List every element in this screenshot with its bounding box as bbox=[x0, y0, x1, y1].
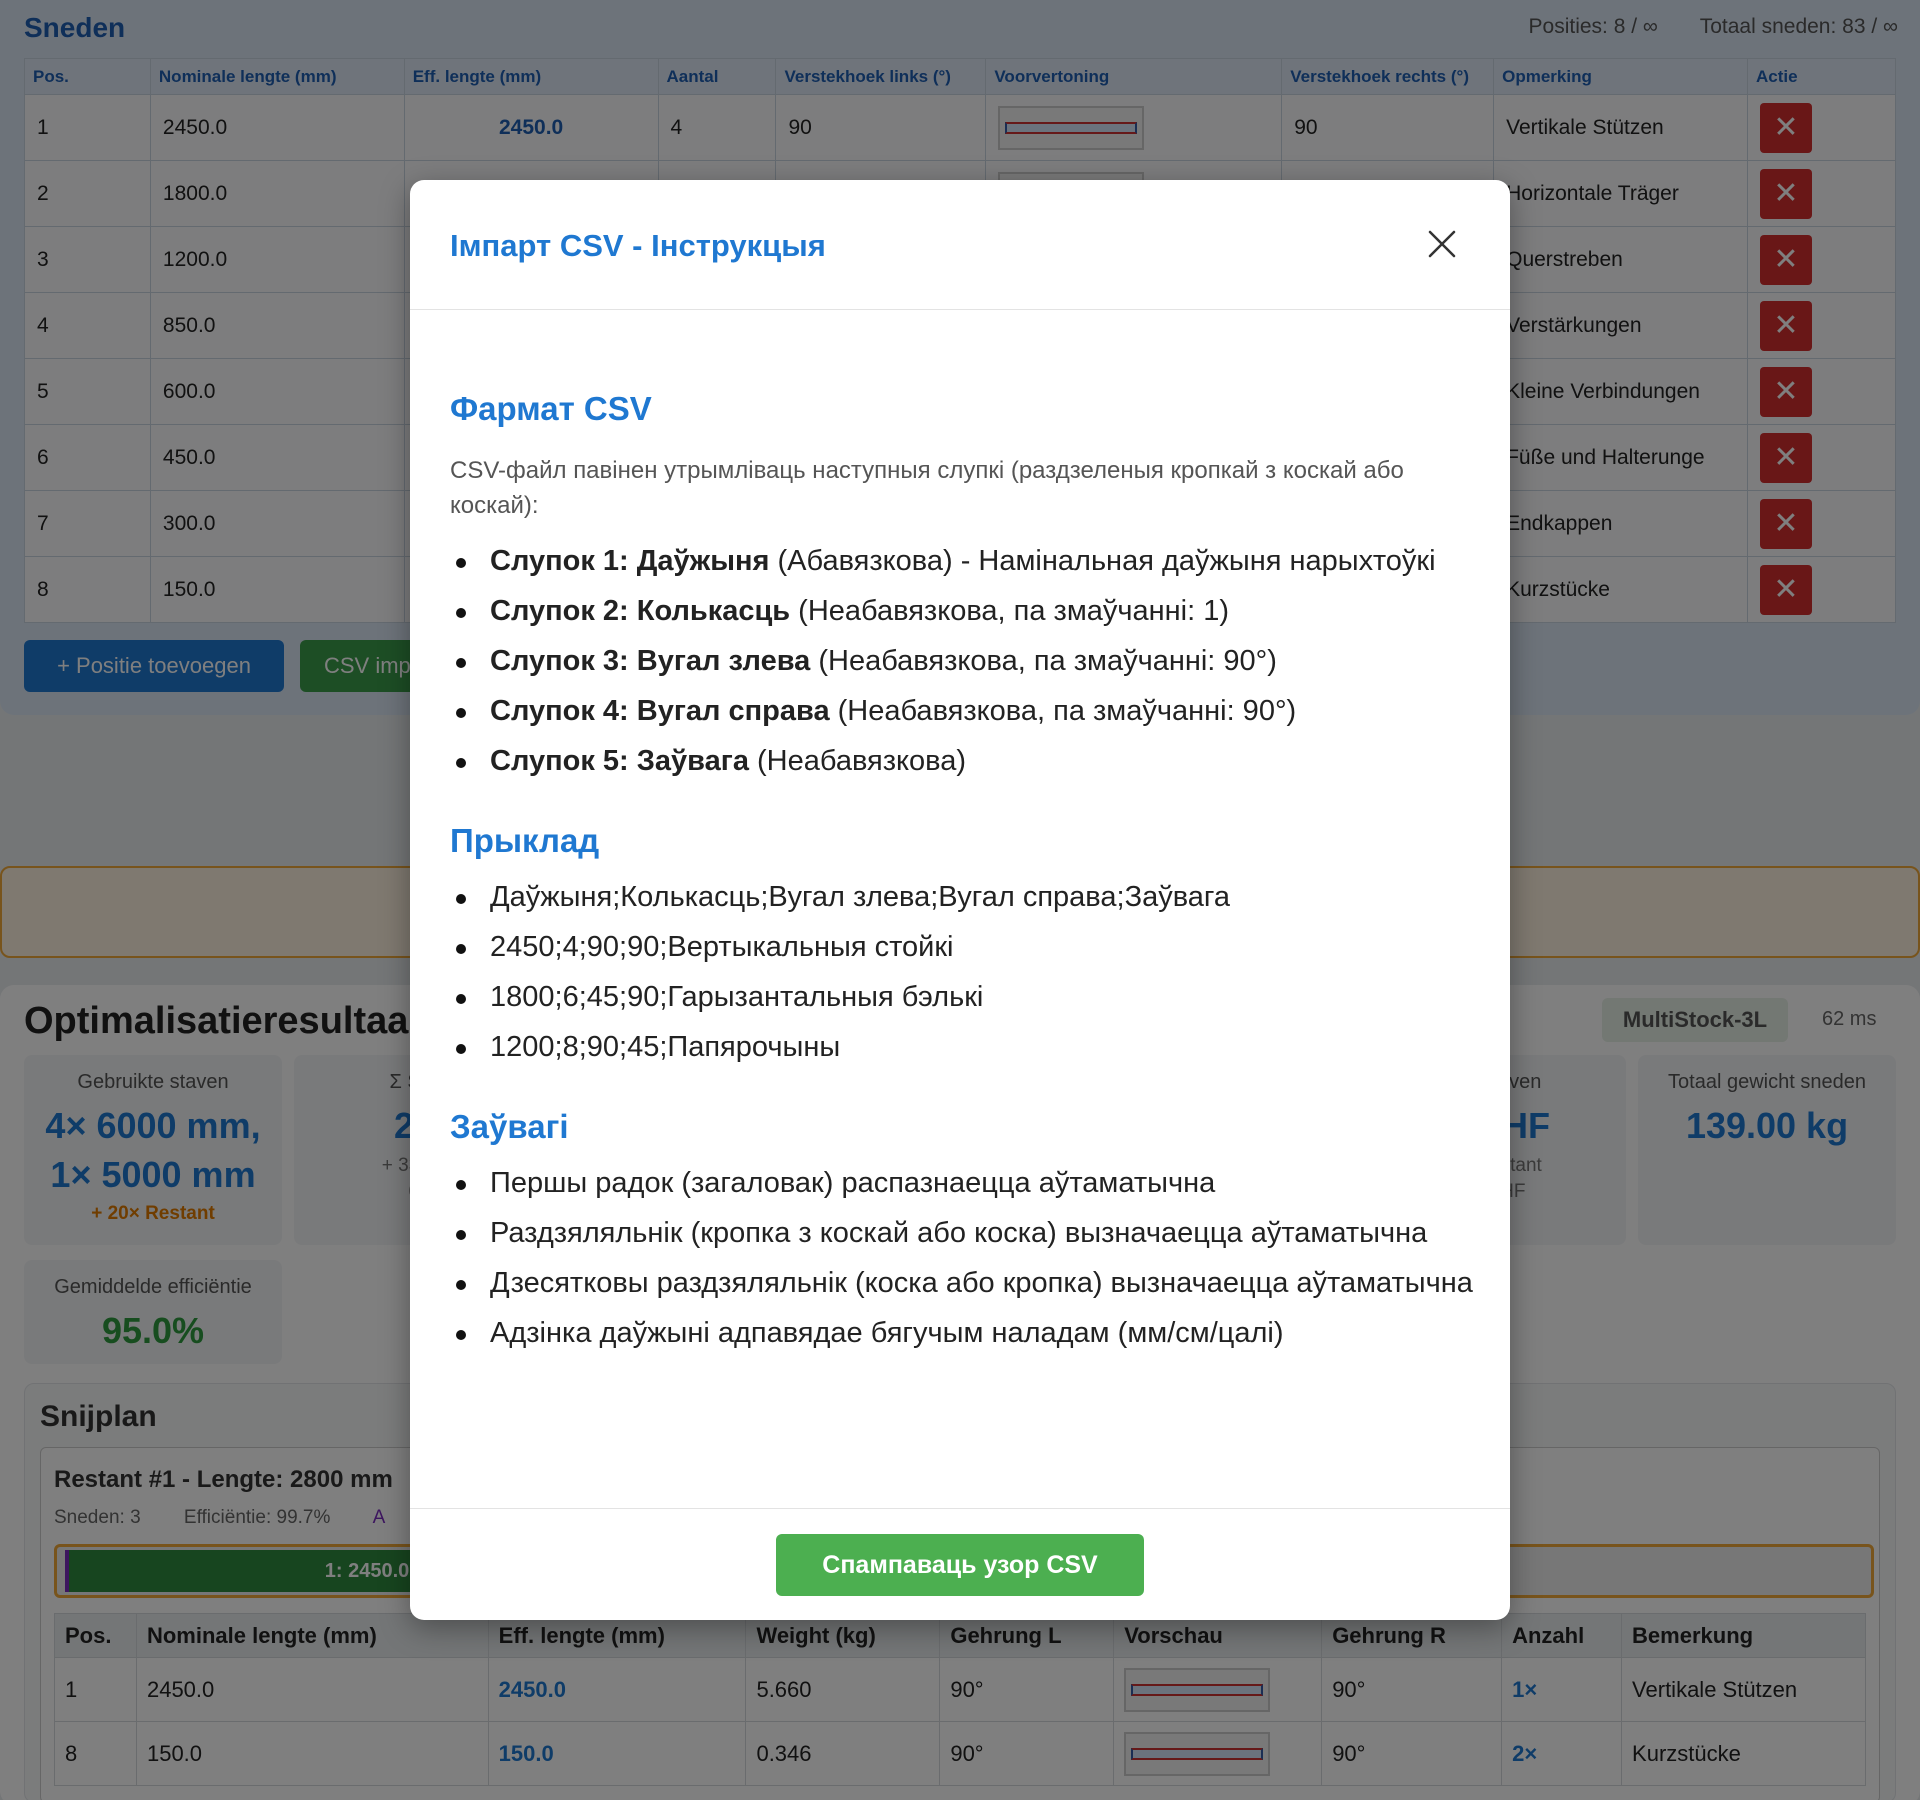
list-item: Першы радок (загаловак) распазнаецца аўт… bbox=[450, 1162, 1480, 1204]
download-sample-csv-button[interactable]: Спампаваць узор CSV bbox=[776, 1534, 1144, 1596]
modal-body[interactable]: Фармат CSV CSV-файл павінен утрымліваць … bbox=[450, 310, 1480, 1455]
modal-title: Імпарт CSV - Інструкцыя bbox=[450, 228, 826, 263]
column-list: Слупок 1: Даўжыня (Абавязкова) - Намінал… bbox=[450, 540, 1480, 782]
example-heading: Прыклад bbox=[450, 821, 600, 859]
list-item: Слупок 2: Колькасць (Неабавязкова, па зм… bbox=[450, 590, 1480, 632]
modal-header: Імпарт CSV - Інструкцыя bbox=[410, 180, 1510, 310]
list-item: 1800;6;45;90;Гарызантальныя бэлькі bbox=[450, 976, 1480, 1018]
format-heading: Фармат CSV bbox=[450, 390, 652, 427]
close-icon[interactable] bbox=[1422, 224, 1462, 264]
list-item: Слупок 3: Вугал злева (Неабавязкова, па … bbox=[450, 640, 1480, 682]
list-item: Дзесятковы раздзяляльнік (коска або кроп… bbox=[450, 1262, 1480, 1304]
notes-heading: Заўвагі bbox=[450, 1108, 569, 1146]
list-item: 2450;4;90;90;Вертыкальныя стойкі bbox=[450, 926, 1480, 968]
modal-footer: Спампаваць узор CSV bbox=[410, 1508, 1510, 1620]
list-item: Адзінка даўжыні адпавядае бягучым налада… bbox=[450, 1312, 1480, 1354]
list-item: Слупок 1: Даўжыня (Абавязкова) - Намінал… bbox=[450, 540, 1480, 582]
format-intro: CSV-файл павінен утрымліваць наступныя с… bbox=[450, 457, 1404, 519]
list-item: Даўжыня;Колькасць;Вугал злева;Вугал спра… bbox=[450, 876, 1480, 918]
list-item: Раздзяляльнік (кропка з коскай або коска… bbox=[450, 1212, 1480, 1254]
list-item: Слупок 4: Вугал справа (Неабавязкова, па… bbox=[450, 690, 1480, 732]
list-item: Слупок 5: Заўвага (Неабавязкова) bbox=[450, 740, 1480, 782]
list-item: 1200;8;90;45;Папярочыны bbox=[450, 1026, 1480, 1068]
example-list: Даўжыня;Колькасць;Вугал злева;Вугал спра… bbox=[450, 876, 1480, 1068]
csv-import-modal: Імпарт CSV - Інструкцыя Фармат CSV CSV-ф… bbox=[410, 180, 1510, 1620]
notes-list: Першы радок (загаловак) распазнаецца аўт… bbox=[450, 1162, 1480, 1354]
